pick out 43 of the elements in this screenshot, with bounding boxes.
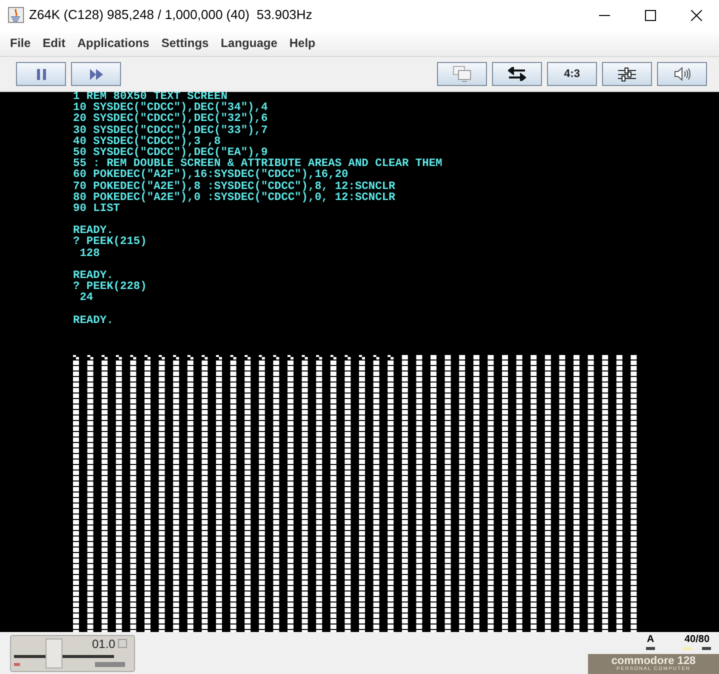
maximize-icon xyxy=(644,10,656,20)
basic-code-line: 30 SYSDEC("CDCC"),DEC("33"),7 xyxy=(73,126,269,137)
basic-code-line: 70 POKEDEC("A2E"),8 :SYSDEC("CDCC"),8, 12:SCNCLR xyxy=(73,182,396,192)
basic-code-line: ? PEEK(228) xyxy=(73,282,148,294)
fast-forward-button[interactable] xyxy=(71,62,121,86)
menu-item[interactable]: Settings xyxy=(155,34,215,52)
java-app-icon xyxy=(8,7,24,23)
menu-item[interactable]: Help xyxy=(283,34,322,52)
menu-item[interactable]: File xyxy=(4,34,37,52)
basic-code-line: 20 SYSDEC("CDCC"),DEC("32"),6 xyxy=(73,114,269,126)
logo-brand-text: commodore 128 xyxy=(611,656,696,667)
monitor-icon xyxy=(453,66,471,82)
basic-code-line: 24 xyxy=(78,293,94,305)
fast-forward-icon xyxy=(90,68,102,80)
basic-code-line: READY. xyxy=(73,316,114,327)
basic-code-line: 40 SYSDEC("CDCC"),3 ,8 xyxy=(73,136,221,148)
sliders-button[interactable] xyxy=(602,62,652,86)
sliders-icon xyxy=(618,66,636,82)
pause-button[interactable] xyxy=(16,62,66,86)
basic-code-line: 60 POKEDEC("A2F"),16:SYSDEC("CDCC"),16,20 xyxy=(73,170,350,182)
aspect-ratio-button[interactable]: 4:3 xyxy=(547,62,597,86)
basic-code-line: 50 SYSDEC("CDCC"),DEC("EA"),9 xyxy=(73,148,268,159)
basic-code-line: 80 POKEDEC("A2E"),0 :SYSDEC("CDCC"),0, 12:SCNCLR xyxy=(73,192,396,204)
menu-item[interactable]: Language xyxy=(214,34,284,52)
basic-code-line: 128 xyxy=(78,248,101,260)
window-title: Z64K (C128) 985,248 / 1,000,000 (40) 53.903Hz xyxy=(29,6,312,24)
basic-code-line: READY. xyxy=(73,226,114,238)
monitor-button[interactable] xyxy=(437,62,487,86)
swap-arrows-icon xyxy=(508,67,526,81)
swap-button[interactable] xyxy=(492,62,542,86)
basic-code-line: ? PEEK(215) xyxy=(73,237,148,248)
drive-track-label: 01.0 xyxy=(92,636,116,650)
speaker-icon xyxy=(674,67,690,81)
basic-code-line: READY. xyxy=(73,271,114,282)
menu-item[interactable]: Edit xyxy=(36,34,72,52)
pause-icon xyxy=(36,68,46,80)
close-icon xyxy=(690,10,702,20)
menu-item[interactable]: Applications xyxy=(71,34,156,52)
basic-code-line: 90 LIST xyxy=(73,204,121,216)
indicator-label: 40/80 xyxy=(684,634,710,646)
indicator-label: A xyxy=(646,634,654,646)
minimize-icon xyxy=(598,14,610,16)
speaker-button[interactable] xyxy=(657,62,707,86)
